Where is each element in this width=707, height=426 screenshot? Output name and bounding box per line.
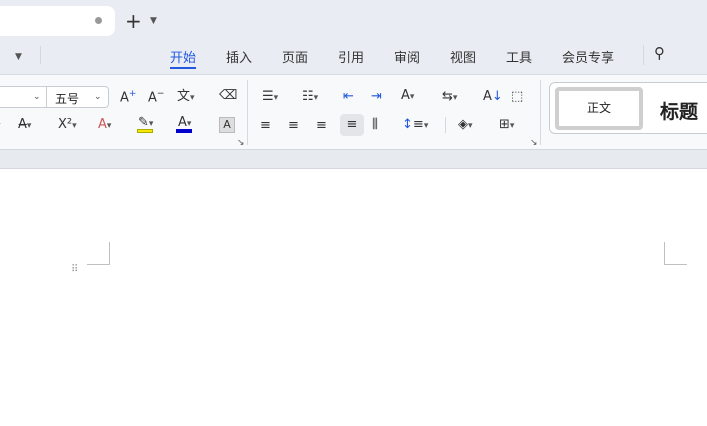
paragraph-dialog-launcher-icon[interactable]: ↘ [530, 138, 538, 148]
character-shading-icon[interactable]: A [219, 117, 235, 133]
new-tab-button[interactable]: + [125, 11, 142, 31]
numbered-list-icon[interactable]: ☷▾ [302, 90, 318, 103]
divider [643, 45, 644, 65]
tab-home[interactable]: 开始 [170, 47, 196, 66]
tab-view[interactable]: 视图 [450, 47, 476, 66]
justify-icon[interactable]: ≡ [340, 114, 364, 136]
font-dialog-launcher-icon[interactable]: ↘ [237, 138, 245, 148]
decrease-font-icon[interactable]: A− [148, 90, 164, 105]
chevron-down-icon[interactable]: ▼ [150, 16, 157, 26]
tab-membership[interactable]: 会员专享 [562, 47, 614, 66]
chevron-down-icon: ⌄ [33, 92, 41, 102]
align-left-icon[interactable]: ≡ [260, 119, 271, 132]
decrease-indent-icon[interactable]: ⇤ [343, 90, 354, 103]
chevron-down-icon: ⌄ [94, 92, 102, 102]
tab-page[interactable]: 页面 [282, 47, 308, 66]
tab-tools[interactable]: 工具 [506, 47, 532, 66]
text-effect-icon[interactable]: A▾ [98, 118, 111, 131]
style-heading[interactable]: 标题 [660, 97, 698, 124]
unsaved-dot-icon [95, 17, 102, 24]
align-center-icon[interactable]: ≡ [288, 119, 299, 132]
page-margin-corner [87, 242, 110, 265]
highlight-color-bar [137, 129, 153, 133]
chevron-down-icon[interactable]: ▾ [0, 118, 1, 131]
shading-icon[interactable]: ◈▾ [458, 118, 473, 131]
tab-review[interactable]: 审阅 [394, 47, 420, 66]
active-tab-indicator [170, 67, 196, 69]
ruler-strip [0, 149, 707, 169]
tab-insert[interactable]: 插入 [226, 47, 252, 66]
show-hide-icon[interactable]: ⬚ [511, 90, 523, 103]
phonetic-guide-icon[interactable]: 文▾ [177, 90, 195, 103]
increase-font-icon[interactable]: A+ [120, 90, 136, 105]
character-spacing-icon[interactable]: A▾ [401, 89, 414, 102]
search-icon[interactable]: ⚲ [654, 46, 665, 61]
drag-handle-icon[interactable]: ⠿ [71, 265, 78, 275]
font-color-bar [176, 129, 192, 133]
chevron-down-icon[interactable]: ▼ [15, 52, 22, 62]
line-spacing-icon[interactable]: ↕≡▾ [402, 118, 428, 131]
divider [40, 46, 41, 64]
highlight-icon[interactable]: ✎▾ [138, 116, 153, 129]
tab-references[interactable]: 引用 [338, 47, 364, 66]
bullet-list-icon[interactable]: ☰▾ [262, 90, 278, 103]
clear-format-icon[interactable]: ⌫ [219, 89, 237, 102]
borders-icon[interactable]: ⊞▾ [499, 118, 514, 131]
font-color-icon[interactable]: A▾ [178, 116, 191, 129]
divider [445, 117, 446, 133]
strikethrough-icon[interactable]: A̶▾ [18, 118, 31, 131]
align-right-icon[interactable]: ≡ [316, 119, 327, 132]
sort-icon[interactable]: A↓ [483, 90, 503, 103]
page-margin-corner [664, 242, 687, 265]
text-direction-icon[interactable]: ⇆▾ [442, 90, 457, 103]
divider [540, 80, 541, 145]
style-normal[interactable]: 正文 [555, 87, 643, 130]
distributed-align-icon[interactable]: ⫼ [372, 118, 378, 131]
increase-indent-icon[interactable]: ⇥ [371, 90, 382, 103]
divider [247, 80, 248, 145]
superscript-icon[interactable]: X²▾ [58, 118, 77, 131]
